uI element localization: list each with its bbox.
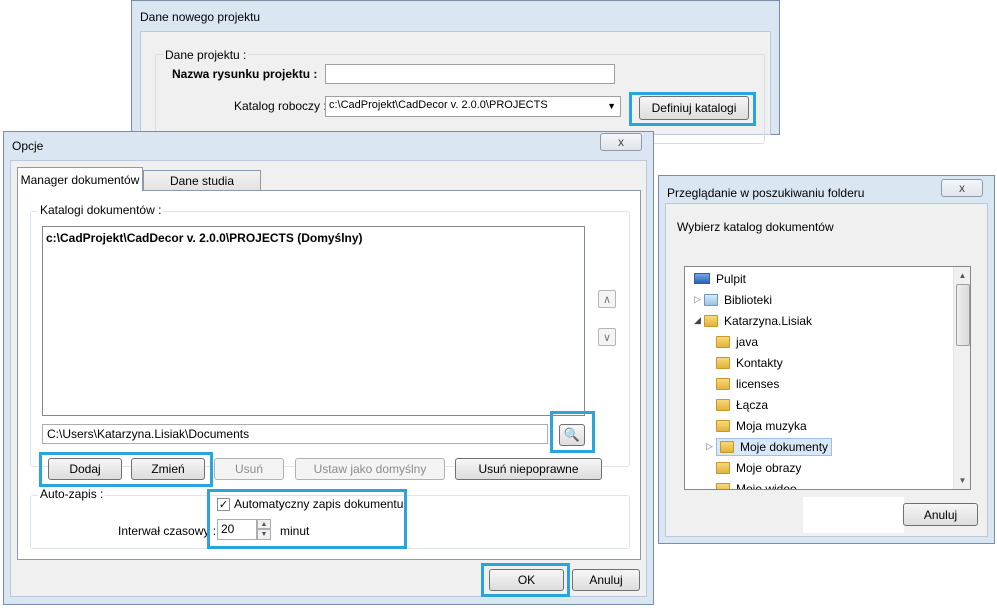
new-project-dialog-body: Dane projektu : Nazwa rysunku projektu :… bbox=[140, 31, 771, 144]
folder-tree[interactable]: Pulpit ▷ Biblioteki ◢ Katarzyna.Lisiak j… bbox=[684, 266, 971, 490]
folder-icon bbox=[716, 377, 730, 390]
contacts-folder-icon bbox=[716, 356, 730, 369]
tree-item-label: Kontakty bbox=[736, 355, 783, 370]
pictures-folder-icon bbox=[716, 461, 730, 474]
working-dir-value: c:\CadProjekt\CadDecor v. 2.0.0\PROJECTS bbox=[329, 99, 548, 111]
browse-dialog-title: Przeglądanie w poszukiwaniu folderu bbox=[667, 186, 865, 200]
close-icon[interactable]: x bbox=[941, 179, 983, 197]
scroll-down-icon[interactable]: ▼ bbox=[954, 472, 970, 489]
close-icon[interactable]: x bbox=[600, 133, 642, 151]
tree-item-label: Moje wideo bbox=[736, 481, 797, 490]
browse-dialog-body: Wybierz katalog dokumentów Pulpit ▷ Bibl… bbox=[665, 203, 988, 537]
user-folder-icon bbox=[704, 314, 718, 327]
music-folder-icon bbox=[716, 419, 730, 432]
browse-folder-dialog: Przeglądanie w poszukiwaniu folderu x Wy… bbox=[658, 175, 995, 544]
tree-item-label: licenses bbox=[736, 376, 780, 391]
tree-item-label: Łącza bbox=[736, 397, 769, 412]
tree-item-moje-dokumenty[interactable]: ▷ Moje dokumenty bbox=[706, 436, 833, 457]
library-icon bbox=[704, 293, 718, 306]
move-up-button[interactable]: ∧ bbox=[598, 290, 616, 308]
project-name-label: Nazwa rysunku projektu : bbox=[172, 67, 318, 81]
options-dialog-body: Manager dokumentów Dane studia Katalogi … bbox=[10, 160, 647, 597]
tab-document-manager-label: Manager dokumentów bbox=[20, 172, 140, 187]
working-dir-label: Katalog roboczy : bbox=[234, 99, 327, 113]
tree-item-moje-wideo[interactable]: Moje wideo bbox=[716, 478, 797, 490]
interval-label: Interwał czasowy : bbox=[118, 524, 217, 538]
tree-item-moje-obrazy[interactable]: Moje obrazy bbox=[716, 457, 801, 478]
tree-item-lacza[interactable]: Łącza bbox=[716, 394, 768, 415]
tree-item-label: Moja muzyka bbox=[736, 418, 807, 433]
tab-document-manager[interactable]: Manager dokumentów bbox=[17, 167, 143, 191]
video-folder-icon bbox=[716, 482, 730, 489]
vertical-scrollbar[interactable]: ▲ ▼ bbox=[953, 267, 970, 489]
scroll-up-icon[interactable]: ▲ bbox=[954, 267, 970, 284]
options-dialog: Opcje x Manager dokumentów Dane studia K… bbox=[3, 131, 654, 605]
options-dialog-title: Opcje bbox=[12, 139, 44, 153]
new-project-dialog: Dane nowego projektu Dane projektu : Naz… bbox=[131, 0, 780, 144]
tab-panel: Katalogi dokumentów : c:\CadProjekt\CadD… bbox=[17, 190, 641, 560]
tree-item-pulpit[interactable]: Pulpit bbox=[694, 268, 746, 289]
tree-item-label: Moje dokumenty bbox=[740, 439, 829, 454]
ok-button-area-blank bbox=[803, 497, 904, 533]
define-catalogs-highlight bbox=[629, 92, 756, 126]
autosave-highlight bbox=[207, 489, 407, 549]
tree-item-label: Moje obrazy bbox=[736, 460, 802, 475]
path-value: C:\Users\Katarzyna.Lisiak\Documents bbox=[47, 427, 250, 441]
selection-box: Moje dokumenty bbox=[716, 437, 833, 456]
tree-item-label: Pulpit bbox=[716, 271, 747, 286]
set-default-button[interactable]: Ustaw jako domyślny bbox=[295, 458, 445, 480]
project-name-input[interactable] bbox=[325, 64, 615, 84]
desktop-icon bbox=[694, 273, 710, 284]
path-input[interactable]: C:\Users\Katarzyna.Lisiak\Documents bbox=[42, 424, 548, 444]
links-folder-icon bbox=[716, 398, 730, 411]
browse-highlight bbox=[550, 411, 595, 453]
tree-item-licenses[interactable]: licenses bbox=[716, 373, 779, 394]
tab-studio-data[interactable]: Dane studia bbox=[143, 170, 261, 190]
chevron-down-icon: ▼ bbox=[607, 101, 616, 111]
expand-arrow-icon: ▷ bbox=[706, 441, 713, 451]
documents-folder-icon bbox=[720, 440, 734, 453]
remove-button[interactable]: Usuń bbox=[214, 458, 284, 480]
catalogs-list[interactable]: c:\CadProjekt\CadDecor v. 2.0.0\PROJECTS… bbox=[42, 226, 585, 416]
folder-icon bbox=[716, 335, 730, 348]
scroll-thumb[interactable] bbox=[956, 284, 970, 346]
browse-instruction: Wybierz katalog dokumentów bbox=[677, 220, 834, 234]
remove-invalid-button[interactable]: Usuń niepoprawne bbox=[455, 458, 602, 480]
new-project-dialog-title: Dane nowego projektu bbox=[140, 10, 261, 24]
tree-item-label: java bbox=[736, 334, 759, 349]
tree-item-label: Katarzyna.Lisiak bbox=[724, 313, 813, 328]
autosave-label: Auto-zapis : bbox=[38, 487, 106, 501]
expand-arrow-icon: ▷ bbox=[694, 294, 701, 304]
tree-item-java[interactable]: java bbox=[716, 331, 758, 352]
tree-item-biblioteki[interactable]: ▷ Biblioteki bbox=[694, 289, 772, 310]
tree-item-user[interactable]: ◢ Katarzyna.Lisiak bbox=[694, 310, 812, 331]
add-change-highlight bbox=[39, 452, 213, 487]
list-item[interactable]: c:\CadProjekt\CadDecor v. 2.0.0\PROJECTS… bbox=[46, 231, 363, 245]
tree-item-kontakty[interactable]: Kontakty bbox=[716, 352, 783, 373]
move-down-button[interactable]: ∨ bbox=[598, 328, 616, 346]
collapse-arrow-icon: ◢ bbox=[694, 315, 701, 325]
ok-highlight bbox=[481, 563, 570, 597]
browse-cancel-button[interactable]: Anuluj bbox=[903, 503, 978, 526]
tab-studio-data-label: Dane studia bbox=[169, 173, 235, 188]
project-data-group-label: Dane projektu : bbox=[163, 48, 249, 62]
cancel-button[interactable]: Anuluj bbox=[572, 569, 640, 591]
tree-item-moja-muzyka[interactable]: Moja muzyka bbox=[716, 415, 807, 436]
catalogs-label: Katalogi dokumentów : bbox=[38, 203, 164, 217]
tree-item-label: Biblioteki bbox=[724, 292, 773, 307]
working-dir-select[interactable]: c:\CadProjekt\CadDecor v. 2.0.0\PROJECTS… bbox=[325, 96, 621, 117]
